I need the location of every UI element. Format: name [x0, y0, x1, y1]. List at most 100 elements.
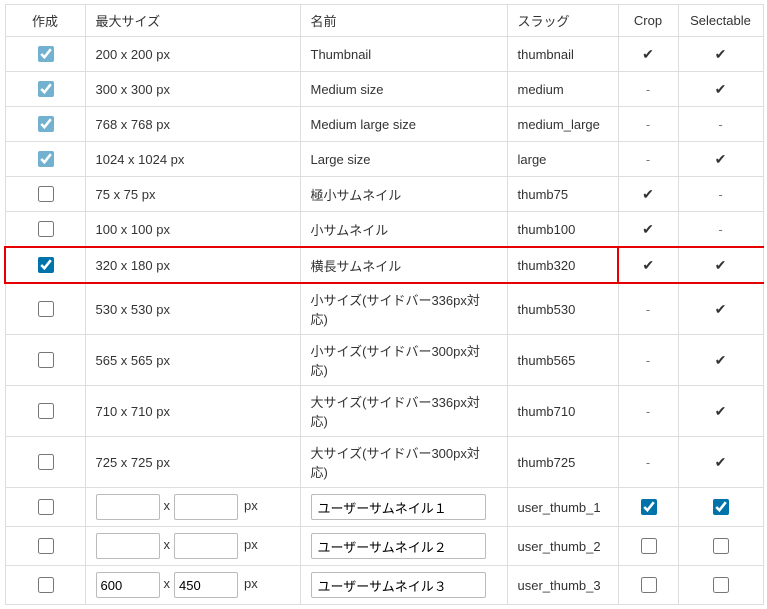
selectable-cell: ✔ — [678, 386, 763, 437]
px-label: px — [244, 498, 258, 513]
crop-cell: - — [618, 386, 678, 437]
crop-checkbox[interactable] — [641, 538, 657, 554]
height-input[interactable] — [174, 533, 238, 559]
width-input[interactable] — [96, 572, 160, 598]
name-cell: 大サイズ(サイドバー336px対応) — [300, 386, 507, 437]
x-label: x — [164, 498, 171, 513]
name-cell: 小サムネイル — [300, 212, 507, 248]
selectable-cell: ✔ — [678, 37, 763, 72]
dash-icon: - — [718, 222, 722, 237]
check-icon: ✔ — [715, 46, 727, 63]
create-checkbox[interactable] — [38, 186, 54, 202]
selectable-cell — [678, 527, 763, 566]
name-cell — [300, 566, 507, 605]
name-cell: 極小サムネイル — [300, 177, 507, 212]
crop-checkbox[interactable] — [641, 499, 657, 515]
selectable-cell: ✔ — [678, 335, 763, 386]
check-icon: ✔ — [715, 301, 727, 318]
slug-cell: thumb725 — [507, 437, 618, 488]
name-input[interactable] — [311, 494, 486, 520]
create-checkbox[interactable] — [38, 403, 54, 419]
selectable-cell: ✔ — [678, 283, 763, 335]
slug-cell: thumb100 — [507, 212, 618, 248]
selectable-cell: ✔ — [678, 142, 763, 177]
create-checkbox[interactable] — [38, 577, 54, 593]
create-checkbox[interactable] — [38, 499, 54, 515]
size-cell: 1024 x 1024 px — [85, 142, 300, 177]
dash-icon: - — [646, 82, 650, 97]
slug-cell: thumb75 — [507, 177, 618, 212]
create-checkbox[interactable] — [38, 454, 54, 470]
create-checkbox[interactable] — [38, 257, 54, 273]
height-input[interactable] — [174, 494, 238, 520]
name-cell — [300, 527, 507, 566]
create-checkbox[interactable] — [38, 116, 54, 132]
x-label: x — [164, 537, 171, 552]
image-sizes-table: 作成 最大サイズ 名前 スラッグ Crop Selectable 200 x 2… — [4, 4, 764, 605]
dash-icon: - — [718, 187, 722, 202]
create-checkbox[interactable] — [38, 538, 54, 554]
slug-cell: thumb530 — [507, 283, 618, 335]
table-row: 100 x 100 px小サムネイルthumb100✔- — [5, 212, 763, 248]
header-max-size: 最大サイズ — [85, 5, 300, 37]
width-input[interactable] — [96, 494, 160, 520]
selectable-checkbox[interactable] — [713, 577, 729, 593]
crop-cell: - — [618, 142, 678, 177]
size-cell: 768 x 768 px — [85, 107, 300, 142]
dash-icon: - — [718, 117, 722, 132]
width-input[interactable] — [96, 533, 160, 559]
table-row: 768 x 768 pxMedium large sizemedium_larg… — [5, 107, 763, 142]
check-icon: ✔ — [715, 257, 727, 274]
dash-icon: - — [646, 117, 650, 132]
selectable-cell: ✔ — [678, 72, 763, 107]
selectable-checkbox[interactable] — [713, 538, 729, 554]
selectable-cell — [678, 488, 763, 527]
create-checkbox[interactable] — [38, 221, 54, 237]
name-input[interactable] — [311, 533, 486, 559]
create-checkbox[interactable] — [38, 81, 54, 97]
name-cell — [300, 488, 507, 527]
dash-icon: - — [646, 404, 650, 419]
create-checkbox[interactable] — [38, 46, 54, 62]
header-create: 作成 — [5, 5, 85, 37]
crop-cell: - — [618, 283, 678, 335]
name-input[interactable] — [311, 572, 486, 598]
table-row: 300 x 300 pxMedium sizemedium-✔ — [5, 72, 763, 107]
dash-icon: - — [646, 152, 650, 167]
selectable-cell: - — [678, 107, 763, 142]
create-checkbox[interactable] — [38, 301, 54, 317]
selectable-checkbox[interactable] — [713, 499, 729, 515]
slug-cell: medium — [507, 72, 618, 107]
size-cell: 200 x 200 px — [85, 37, 300, 72]
crop-cell: ✔ — [618, 247, 678, 283]
crop-cell — [618, 566, 678, 605]
size-cell: 725 x 725 px — [85, 437, 300, 488]
size-cell: 75 x 75 px — [85, 177, 300, 212]
x-label: x — [164, 576, 171, 591]
create-checkbox[interactable] — [38, 352, 54, 368]
size-cell: 530 x 530 px — [85, 283, 300, 335]
check-icon: ✔ — [715, 151, 727, 168]
table-row-user: xpxuser_thumb_3 — [5, 566, 763, 605]
header-selectable: Selectable — [678, 5, 763, 37]
check-icon: ✔ — [642, 186, 654, 203]
crop-cell: ✔ — [618, 37, 678, 72]
name-cell: Large size — [300, 142, 507, 177]
name-cell: 大サイズ(サイドバー300px対応) — [300, 437, 507, 488]
name-cell: 小サイズ(サイドバー336px対応) — [300, 283, 507, 335]
slug-cell: medium_large — [507, 107, 618, 142]
height-input[interactable] — [174, 572, 238, 598]
table-row: 320 x 180 px横長サムネイルthumb320✔✔ — [5, 247, 763, 283]
crop-checkbox[interactable] — [641, 577, 657, 593]
name-cell: 横長サムネイル — [300, 247, 507, 283]
header-crop: Crop — [618, 5, 678, 37]
table-row: 565 x 565 px小サイズ(サイドバー300px対応)thumb565-✔ — [5, 335, 763, 386]
selectable-cell: ✔ — [678, 437, 763, 488]
crop-cell: - — [618, 107, 678, 142]
size-cell: 300 x 300 px — [85, 72, 300, 107]
dash-icon: - — [646, 353, 650, 368]
create-checkbox[interactable] — [38, 151, 54, 167]
name-cell: 小サイズ(サイドバー300px対応) — [300, 335, 507, 386]
check-icon: ✔ — [642, 257, 654, 274]
check-icon: ✔ — [715, 81, 727, 98]
